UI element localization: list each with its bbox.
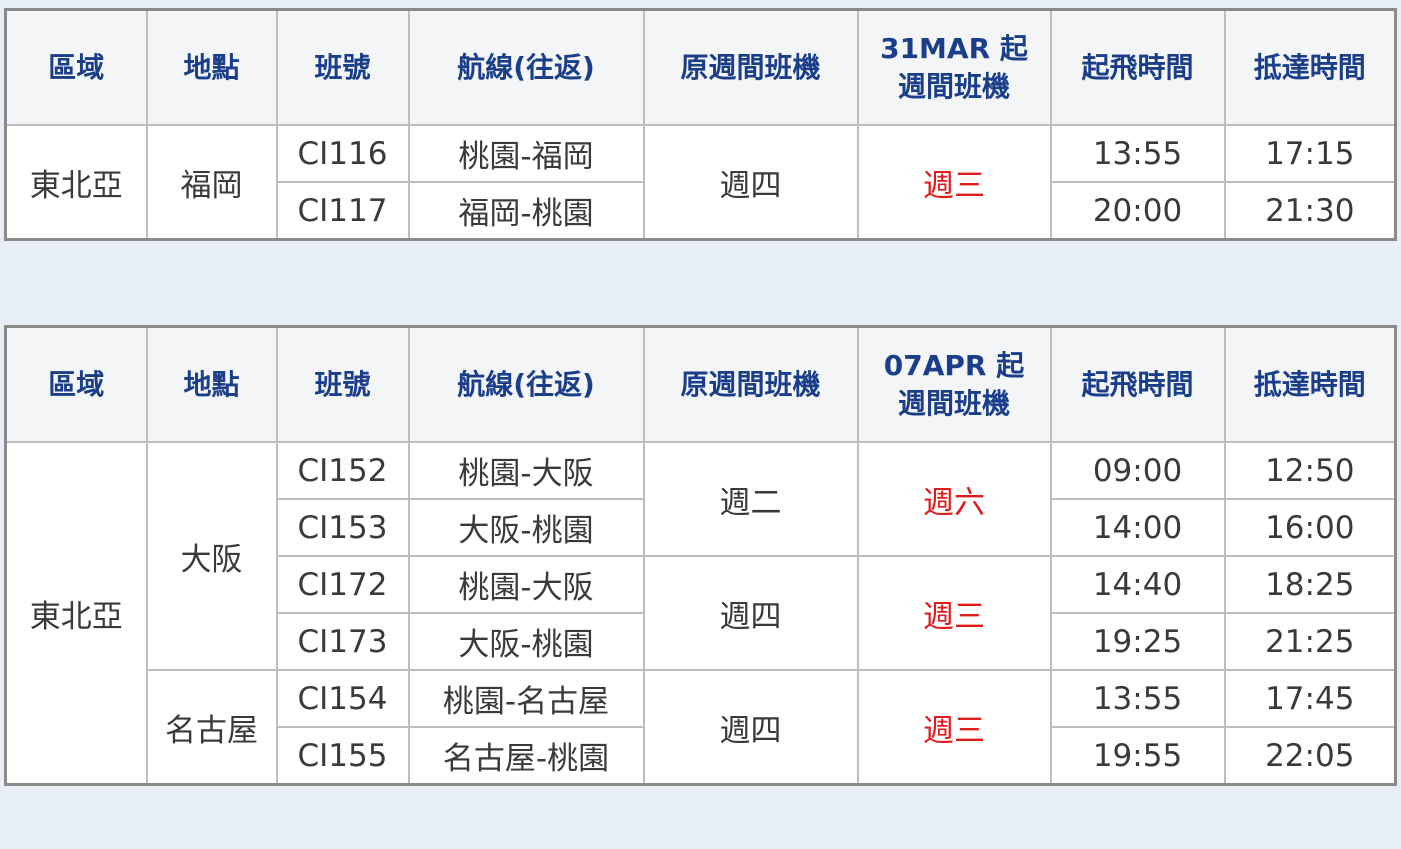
departure-time-cell: 19:55 [1049,726,1226,786]
original-day-cell: 週四 [642,669,859,786]
route-cell: 桃園-名古屋 [407,669,645,728]
flight-schedule-table-31mar: 區域 地點 班號 航線(往返) 原週間班機 31MAR 起 週間班機 起飛時間 … [4,8,1397,241]
original-day-cell: 週四 [642,124,859,241]
departure-time-cell: 13:55 [1049,124,1226,183]
flight-number-cell: CI116 [275,124,410,183]
header-new-days: 07APR 起 週間班機 [856,325,1052,443]
location-cell: 福岡 [145,124,278,241]
header-new-days-date: 31MAR 起 [880,31,1028,65]
flight-number-cell: CI117 [275,181,410,241]
arrival-time-cell: 12:50 [1223,441,1397,500]
region-cell: 東北亞 [4,441,148,786]
new-day-cell: 週三 [856,124,1052,241]
table-row: 東北亞 福岡 CI116 桃園-福岡 週四 週三 13:55 17:15 [4,124,1397,241]
original-day-cell: 週二 [642,441,859,557]
departure-time-cell: 19:25 [1049,612,1226,671]
arrival-time-cell: 21:30 [1223,181,1397,241]
table-row: 名古屋 CI154 桃園-名古屋 週四 週三 13:55 17:45 [6,669,1397,786]
route-cell: 桃園-福岡 [407,124,645,183]
header-departure-time: 起飛時間 [1049,325,1226,443]
header-region: 區域 [4,325,148,443]
flight-number-cell: CI154 [275,669,410,728]
header-new-days-label: 週間班機 [897,69,1010,103]
flight-number-cell: CI173 [275,612,410,671]
flight-number-cell: CI152 [275,441,410,500]
region-cell: 東北亞 [4,124,148,241]
header-original-days: 原週間班機 [642,325,859,443]
arrival-time-cell: 21:25 [1223,612,1397,671]
location-cell: 大阪 [145,441,278,671]
header-location: 地點 [145,325,278,443]
header-arrival-time: 抵達時間 [1223,8,1397,126]
header-original-days: 原週間班機 [642,8,859,126]
header-location: 地點 [145,8,278,126]
header-arrival-time: 抵達時間 [1223,325,1397,443]
route-cell: 福岡-桃園 [407,181,645,241]
arrival-time-cell: 17:15 [1223,124,1397,183]
route-cell: 桃園-大阪 [407,555,645,614]
flight-number-cell: CI155 [275,726,410,786]
header-flight-number: 班號 [275,8,410,126]
table-header-row: 區域 地點 班號 航線(往返) 原週間班機 07APR 起 週間班機 起飛時間 … [4,325,1397,443]
header-departure-time: 起飛時間 [1049,8,1226,126]
arrival-time-cell: 16:00 [1223,498,1397,557]
header-new-days-date: 07APR 起 [883,348,1025,382]
table-header-row: 區域 地點 班號 航線(往返) 原週間班機 31MAR 起 週間班機 起飛時間 … [4,8,1397,126]
flight-schedule-table-07apr: 區域 地點 班號 航線(往返) 原週間班機 07APR 起 週間班機 起飛時間 … [4,325,1397,786]
header-route: 航線(往返) [407,325,645,443]
original-day-cell: 週四 [642,555,859,671]
arrival-time-cell: 17:45 [1223,669,1397,728]
new-day-cell: 週三 [856,555,1052,671]
departure-time-cell: 14:00 [1049,498,1226,557]
departure-time-cell: 09:00 [1049,441,1226,500]
arrival-time-cell: 18:25 [1223,555,1397,614]
route-cell: 桃園-大阪 [407,441,645,500]
header-route: 航線(往返) [407,8,645,126]
departure-time-cell: 13:55 [1049,669,1226,728]
header-region: 區域 [4,8,148,126]
new-day-cell: 週六 [856,441,1052,557]
location-cell: 名古屋 [145,669,278,786]
header-new-days-label: 週間班機 [897,386,1010,420]
flight-number-cell: CI172 [275,555,410,614]
table-row: 東北亞 大阪 CI152 桃園-大阪 週二 週六 09:00 12:50 [4,441,1397,786]
flight-number-cell: CI153 [275,498,410,557]
route-cell: 大阪-桃園 [407,498,645,557]
new-day-cell: 週三 [856,669,1052,786]
header-new-days: 31MAR 起 週間班機 [856,8,1052,126]
header-flight-number: 班號 [275,325,410,443]
departure-time-cell: 20:00 [1049,181,1226,241]
departure-time-cell: 14:40 [1049,555,1226,614]
route-cell: 大阪-桃園 [407,612,645,671]
arrival-time-cell: 22:05 [1223,726,1397,786]
route-cell: 名古屋-桃園 [407,726,645,786]
